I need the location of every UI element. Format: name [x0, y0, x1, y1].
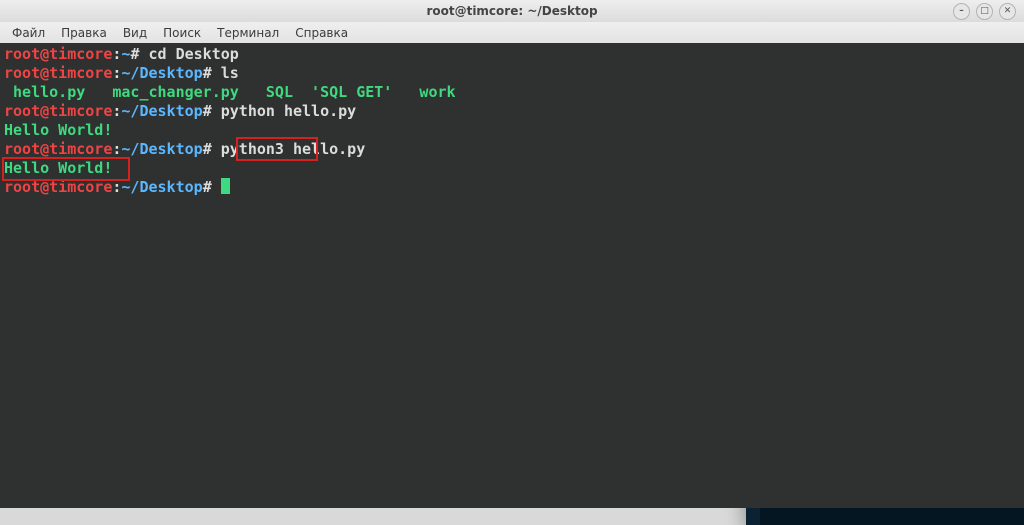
- minimize-button[interactable]: –: [953, 3, 970, 20]
- menu-file[interactable]: Файл: [4, 24, 53, 42]
- terminal[interactable]: root@timcore:~# cd Desktoproot@timcore:~…: [0, 43, 730, 508]
- maximize-icon: □: [980, 7, 989, 16]
- close-button[interactable]: ✕: [999, 3, 1016, 20]
- menu-search[interactable]: Поиск: [155, 24, 209, 42]
- terminal-line-1: root@timcore:~# cd Desktop: [4, 45, 726, 64]
- prompt-user: root@timcore: [4, 45, 112, 63]
- cmd-python: python hello.py: [221, 102, 356, 120]
- terminal-line-2: root@timcore:~/Desktop# ls: [4, 64, 726, 83]
- terminal-line-4: root@timcore:~/Desktop# python hello.py: [4, 102, 726, 121]
- cmd-python3-a: python3: [221, 140, 284, 158]
- maximize-button[interactable]: □: [976, 3, 993, 20]
- minimize-icon: –: [959, 7, 964, 16]
- window-controls: – □ ✕: [953, 0, 1016, 22]
- cmd-cd: cd Desktop: [149, 45, 239, 63]
- cmd-ls: ls: [221, 64, 239, 82]
- desktop: root@timcore: ~/Desktop – □ ✕ Файл Правк…: [0, 0, 1024, 508]
- menu-terminal[interactable]: Терминал: [209, 24, 287, 42]
- menu-view[interactable]: Вид: [115, 24, 155, 42]
- terminal-area: root@timcore:~# cd Desktoproot@timcore:~…: [0, 43, 1024, 508]
- menu-edit[interactable]: Правка: [53, 24, 115, 42]
- menubar: Файл Правка Вид Поиск Терминал Справка: [0, 22, 1024, 44]
- terminal-right-strip: [730, 43, 1024, 508]
- terminal-output-1: Hello World!: [4, 121, 726, 140]
- terminal-ls-output: hello.py mac_changer.py SQL 'SQL GET' wo…: [4, 83, 726, 102]
- titlebar: root@timcore: ~/Desktop – □ ✕: [0, 0, 1024, 23]
- menu-help[interactable]: Справка: [287, 24, 356, 42]
- terminal-output-2: Hello World!: [4, 159, 726, 178]
- terminal-line-8: root@timcore:~/Desktop#: [4, 178, 726, 197]
- terminal-line-6: root@timcore:~/Desktop# python3 hello.py: [4, 140, 726, 159]
- cursor: [221, 178, 230, 194]
- cmd-python3-b: hello.py: [284, 140, 365, 158]
- window-title: root@timcore: ~/Desktop: [426, 4, 597, 18]
- close-icon: ✕: [1004, 7, 1012, 16]
